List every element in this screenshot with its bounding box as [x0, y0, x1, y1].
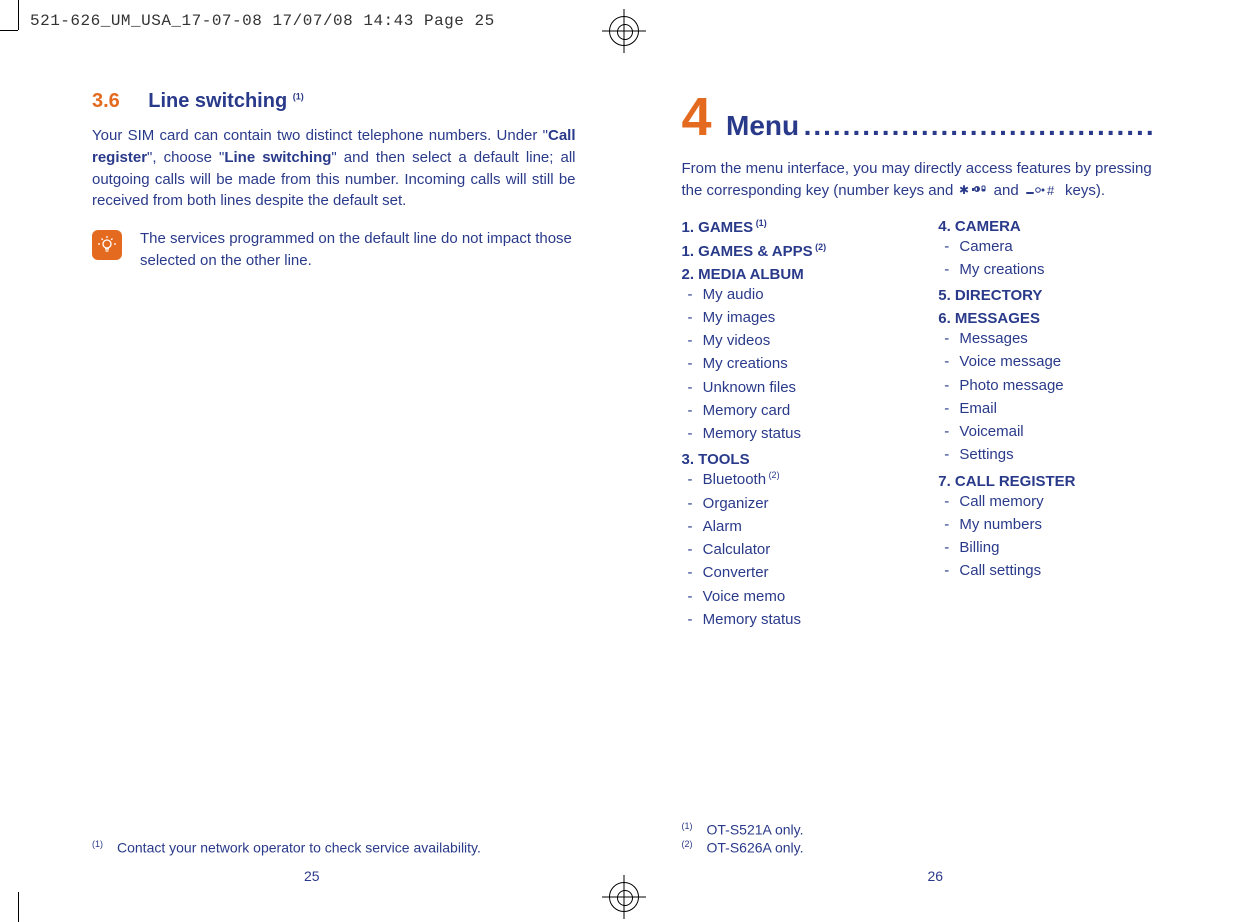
- footnotes: (1) OT-S521A only. (2) OT-S626A only.: [682, 821, 804, 858]
- menu-item: Memory status: [704, 422, 899, 445]
- chapter-number: 4: [682, 90, 712, 144]
- menu-item: My images: [704, 306, 899, 329]
- menu-column-right: 4. CAMERACameraMy creations 5. DIRECTORY 6…: [938, 212, 1155, 632]
- menu-heading: 6. MESSAGES: [938, 310, 1155, 327]
- menu-heading: 7. CALL REGISTER: [938, 473, 1155, 490]
- menu-item: Settings: [960, 443, 1155, 466]
- menu-item: Billing: [960, 536, 1155, 559]
- menu-item: Calculator: [704, 538, 899, 561]
- menu-item: Messages: [960, 327, 1155, 350]
- intro-text: keys).: [1065, 182, 1105, 199]
- footnote-text: OT-S521A only.: [707, 821, 804, 837]
- crop-mark: [18, 0, 19, 30]
- footnote: (2) OT-S626A only.: [682, 839, 804, 856]
- body-text-bold: Line switching: [224, 149, 331, 166]
- section-heading: 3.6 Line switching (1): [92, 90, 576, 113]
- menu-item: Voice memo: [704, 585, 899, 608]
- print-job-header: 521-626_UM_USA_17-07-08 17/07/08 14:43 P…: [30, 12, 495, 30]
- section-body: Your SIM card can contain two distinct t…: [92, 125, 576, 212]
- menu-heading: 5. DIRECTORY: [938, 287, 1155, 304]
- footnote-mark: (2): [813, 242, 827, 252]
- footnote-mark: (1): [682, 821, 693, 831]
- menu-item: Bluetooth (2): [704, 468, 899, 491]
- hash-key-icon: #: [1025, 182, 1059, 204]
- section-title-footnote-mark: (1): [293, 91, 304, 101]
- tip-text: The services programmed on the default l…: [140, 228, 576, 272]
- intro-text: and: [994, 182, 1023, 199]
- menu-item: Camera: [960, 235, 1155, 258]
- menu-column-left: 1. GAMES (1) 1. GAMES & APPS (2) 2. MEDIA …: [682, 212, 899, 632]
- menu-item: Email: [960, 397, 1155, 420]
- star-key-icon: ✱: [959, 182, 987, 204]
- footnote-mark: (1): [753, 218, 767, 228]
- menu-heading: 1. GAMES (1): [682, 218, 899, 236]
- menu-item: Alarm: [704, 515, 899, 538]
- menu-columns: 1. GAMES (1) 1. GAMES & APPS (2) 2. MEDIA …: [682, 212, 1156, 632]
- menu-item: Unknown files: [704, 376, 899, 399]
- footnote-mark: (2): [682, 839, 693, 849]
- menu-item: My audio: [704, 283, 899, 306]
- svg-text:✱: ✱: [959, 183, 969, 197]
- crop-mark: [0, 30, 18, 31]
- footnote-text: Contact your network operator to check s…: [117, 840, 481, 856]
- chapter-dots: ......................................: [804, 110, 1155, 141]
- menu-heading: 1. GAMES & APPS (2): [682, 242, 899, 260]
- page-number: 25: [304, 868, 320, 884]
- menu-item: Organizer: [704, 492, 899, 515]
- footnote: (1) OT-S521A only.: [682, 821, 804, 838]
- menu-item: My creations: [704, 352, 899, 375]
- menu-item: Call settings: [960, 559, 1155, 582]
- chapter-intro: From the menu interface, you may directl…: [682, 158, 1156, 204]
- section-title: Line switching (1): [148, 90, 303, 112]
- page-number: 26: [927, 868, 943, 884]
- page-25: 3.6 Line switching (1) Your SIM card can…: [0, 80, 624, 922]
- menu-item: My numbers: [960, 513, 1155, 536]
- footnote-mark: (2): [766, 470, 780, 480]
- section-number: 3.6: [92, 90, 120, 112]
- menu-item: Memory card: [704, 399, 899, 422]
- menu-item: Voicemail: [960, 420, 1155, 443]
- menu-heading: 3. TOOLS: [682, 451, 899, 468]
- tip-block: The services programmed on the default l…: [92, 228, 576, 272]
- menu-item: Voice message: [960, 350, 1155, 373]
- footnote-text: OT-S626A only.: [707, 840, 804, 856]
- lightbulb-icon: [92, 230, 122, 260]
- chapter-title: Menu: [726, 110, 799, 141]
- chapter-heading: 4 Menu .................................…: [682, 90, 1156, 144]
- page-26: 4 Menu .................................…: [624, 80, 1247, 922]
- svg-text:#: #: [1047, 183, 1055, 197]
- menu-heading: 4. CAMERA: [938, 218, 1155, 235]
- body-text: Your SIM card can contain two distinct t…: [92, 127, 548, 144]
- menu-item: Converter: [704, 561, 899, 584]
- footnotes: (1) Contact your network operator to chec…: [92, 839, 481, 858]
- menu-item: Call memory: [960, 490, 1155, 513]
- menu-item: Memory status: [704, 608, 899, 631]
- menu-item: My creations: [960, 258, 1155, 281]
- menu-item: My videos: [704, 329, 899, 352]
- footnote: (1) Contact your network operator to chec…: [92, 839, 481, 856]
- footnote-mark: (1): [92, 839, 103, 849]
- menu-item: Photo message: [960, 374, 1155, 397]
- body-text: ", choose ": [147, 149, 224, 166]
- registration-target-icon: [609, 16, 639, 46]
- menu-heading: 2. MEDIA ALBUM: [682, 266, 899, 283]
- section-title-text: Line switching: [148, 90, 287, 112]
